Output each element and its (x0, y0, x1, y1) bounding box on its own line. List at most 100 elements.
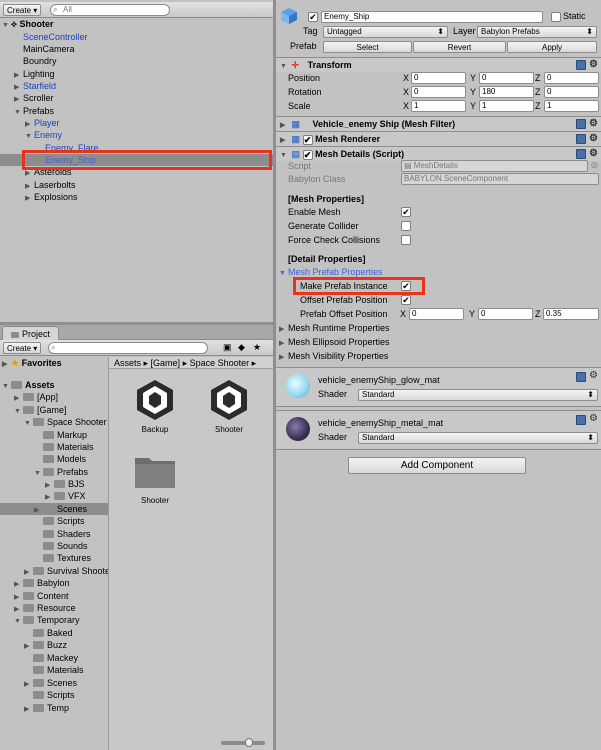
favorites-item[interactable]: ▶ ★ Favorites (2, 357, 62, 369)
offset-prefab-position-checkbox[interactable]: ✔ (401, 295, 411, 305)
shader-dropdown[interactable]: Standard (358, 389, 598, 401)
tree-materials[interactable]: Materials (43, 441, 94, 453)
tree-game[interactable]: ▼ [Game] (14, 404, 67, 416)
prefab-offset-x[interactable]: 0 (409, 308, 464, 320)
tree-vfx[interactable]: ▶ VFX (45, 490, 86, 502)
babylon-class-field[interactable]: BABYLON.SceneComponent (401, 173, 599, 185)
active-checkbox[interactable]: ✔ (308, 12, 318, 22)
prefab-offset-z[interactable]: 0.35 (543, 308, 599, 320)
tree-item-enemy[interactable]: ▼ Enemy (25, 129, 62, 141)
project-create-button[interactable]: Create ▾ (3, 342, 42, 354)
tree-materials-2[interactable]: Materials (33, 664, 84, 676)
tree-scenes[interactable]: ▶ Scenes (0, 503, 108, 515)
help-icon[interactable] (576, 119, 586, 129)
tab-project[interactable]: Project (2, 326, 60, 340)
force-check-collisions-checkbox[interactable] (401, 235, 411, 245)
tree-scripts[interactable]: Scripts (43, 515, 85, 527)
asset-shooter-scene[interactable]: Shooter (201, 377, 257, 437)
tree-app[interactable]: ▶ [App] (14, 391, 58, 403)
breadcrumb-game[interactable]: [Game] (151, 358, 181, 368)
tree-temporary[interactable]: ▼ Temporary (14, 614, 80, 626)
layer-dropdown[interactable]: Babylon Prefabs (477, 26, 597, 38)
star-icon[interactable]: ★ (253, 342, 261, 353)
prefab-apply-button[interactable]: Apply (507, 41, 597, 53)
script-field[interactable]: ▤ MeshDetails (401, 160, 588, 172)
scale-x[interactable]: 1 (411, 100, 466, 112)
tree-resource[interactable]: ▶ Resource (14, 602, 76, 614)
breadcrumb-assets[interactable]: Assets (114, 358, 141, 368)
tree-mackey[interactable]: Mackey (33, 652, 78, 664)
tree-item-maincamera[interactable]: MainCamera (23, 43, 75, 55)
add-component-button[interactable]: Add Component (348, 457, 526, 474)
breadcrumb-space-shooter[interactable]: Space Shooter (190, 358, 250, 368)
asset-shooter-folder[interactable]: Shooter (127, 452, 183, 512)
shader-dropdown[interactable]: Standard (358, 432, 598, 444)
position-x[interactable]: 0 (411, 72, 466, 84)
tree-temp[interactable]: ▶ Temp (24, 702, 69, 714)
rotation-z[interactable]: 0 (544, 86, 599, 98)
tree-scripts-2[interactable]: Scripts (33, 689, 75, 701)
tree-item-lighting[interactable]: ▶ Lighting (14, 68, 55, 80)
gear-icon[interactable]: ⚙ (589, 132, 598, 146)
prefab-offset-y[interactable]: 0 (478, 308, 533, 320)
mesh-renderer-header[interactable]: ▶ ▦ ✔ Mesh Renderer ⚙ (276, 131, 601, 146)
help-icon[interactable] (576, 372, 586, 382)
tree-baked[interactable]: Baked (33, 627, 73, 639)
rotation-x[interactable]: 0 (411, 86, 466, 98)
tree-item-scroller[interactable]: ▶ Scroller (14, 92, 54, 104)
tree-markup[interactable]: Markup (43, 429, 87, 441)
position-z[interactable]: 0 (544, 72, 599, 84)
help-icon[interactable] (576, 149, 586, 159)
tree-item-laserbolts[interactable]: ▶ Laserbolts (25, 179, 76, 191)
tree-shaders[interactable]: Shaders (43, 528, 91, 540)
gear-icon[interactable]: ⚙ (589, 58, 598, 72)
scale-y[interactable]: 1 (479, 100, 534, 112)
tag-dropdown[interactable]: Untagged (323, 26, 448, 38)
help-icon[interactable] (576, 415, 586, 425)
tree-prefabs[interactable]: ▼ Prefabs (34, 466, 88, 478)
mesh-ellipsoid-foldout[interactable]: ▶ Mesh Ellipsoid Properties (279, 336, 390, 350)
gear-icon[interactable]: ⚙ (589, 147, 598, 161)
filter-icon[interactable]: ▣ (223, 342, 232, 353)
zoom-slider[interactable] (221, 738, 265, 747)
project-search-input[interactable]: ⌕ (48, 342, 208, 354)
mesh-filter-header[interactable]: ▶ ▦ Vehicle_enemy Ship (Mesh Filter) ⚙ (276, 116, 601, 131)
prefab-select-button[interactable]: Select (323, 41, 412, 53)
tree-textures[interactable]: Textures (43, 552, 91, 564)
tree-models[interactable]: Models (43, 453, 86, 465)
position-y[interactable]: 0 (479, 72, 534, 84)
tree-assets[interactable]: ▼ Assets (2, 379, 55, 391)
tree-babylon[interactable]: ▶ Babylon (14, 577, 70, 589)
object-name-field[interactable]: Enemy_Ship (321, 11, 543, 23)
rotation-y[interactable]: 180 (479, 86, 534, 98)
tree-buzz[interactable]: ▶ Buzz (24, 639, 67, 651)
gear-icon[interactable]: ⚙ (589, 370, 598, 381)
tree-item-scenecontroller[interactable]: SceneController (23, 31, 88, 43)
mesh-details-checkbox[interactable]: ✔ (302, 150, 313, 160)
transform-header[interactable]: ▼ ✛ Transform ⚙ (276, 57, 601, 72)
tree-item-boundry[interactable]: Boundry (23, 55, 57, 67)
gear-icon[interactable]: ⚙ (589, 413, 598, 424)
tree-sounds[interactable]: Sounds (43, 540, 88, 552)
prefab-revert-button[interactable]: Revert (413, 41, 506, 53)
generate-collider-checkbox[interactable] (401, 221, 411, 231)
mesh-visibility-foldout[interactable]: ▶ Mesh Visibility Properties (279, 350, 388, 364)
hierarchy-create-button[interactable]: Create ▾ (3, 4, 42, 16)
tree-content[interactable]: ▶ Content (14, 590, 69, 602)
mesh-renderer-checkbox[interactable]: ✔ (302, 135, 313, 145)
hierarchy-search-input[interactable]: ⌕ All (50, 4, 170, 16)
asset-backup[interactable]: Backup (127, 377, 183, 437)
enable-mesh-checkbox[interactable]: ✔ (401, 207, 411, 217)
gear-icon[interactable]: ⚙ (589, 117, 598, 131)
tree-item-prefabs[interactable]: ▼ Prefabs (14, 105, 54, 117)
scene-root[interactable]: ▼ ⟡ Shooter (2, 18, 53, 30)
tree-space-shooter[interactable]: ▼ Space Shooter (24, 416, 107, 428)
tree-bjs[interactable]: ▶ BJS (45, 478, 85, 490)
help-icon[interactable] (576, 60, 586, 70)
mesh-details-header[interactable]: ▼ ▤ ✔ Mesh Details (Script) ⚙ (276, 146, 601, 161)
scale-z[interactable]: 1 (544, 100, 599, 112)
tree-survival-shooter[interactable]: ▶ Survival Shooter (24, 565, 113, 577)
tree-item-starfield[interactable]: ▶ Starfield (14, 80, 56, 92)
static-checkbox[interactable] (551, 12, 561, 22)
label-icon[interactable]: ◆ (238, 342, 245, 353)
